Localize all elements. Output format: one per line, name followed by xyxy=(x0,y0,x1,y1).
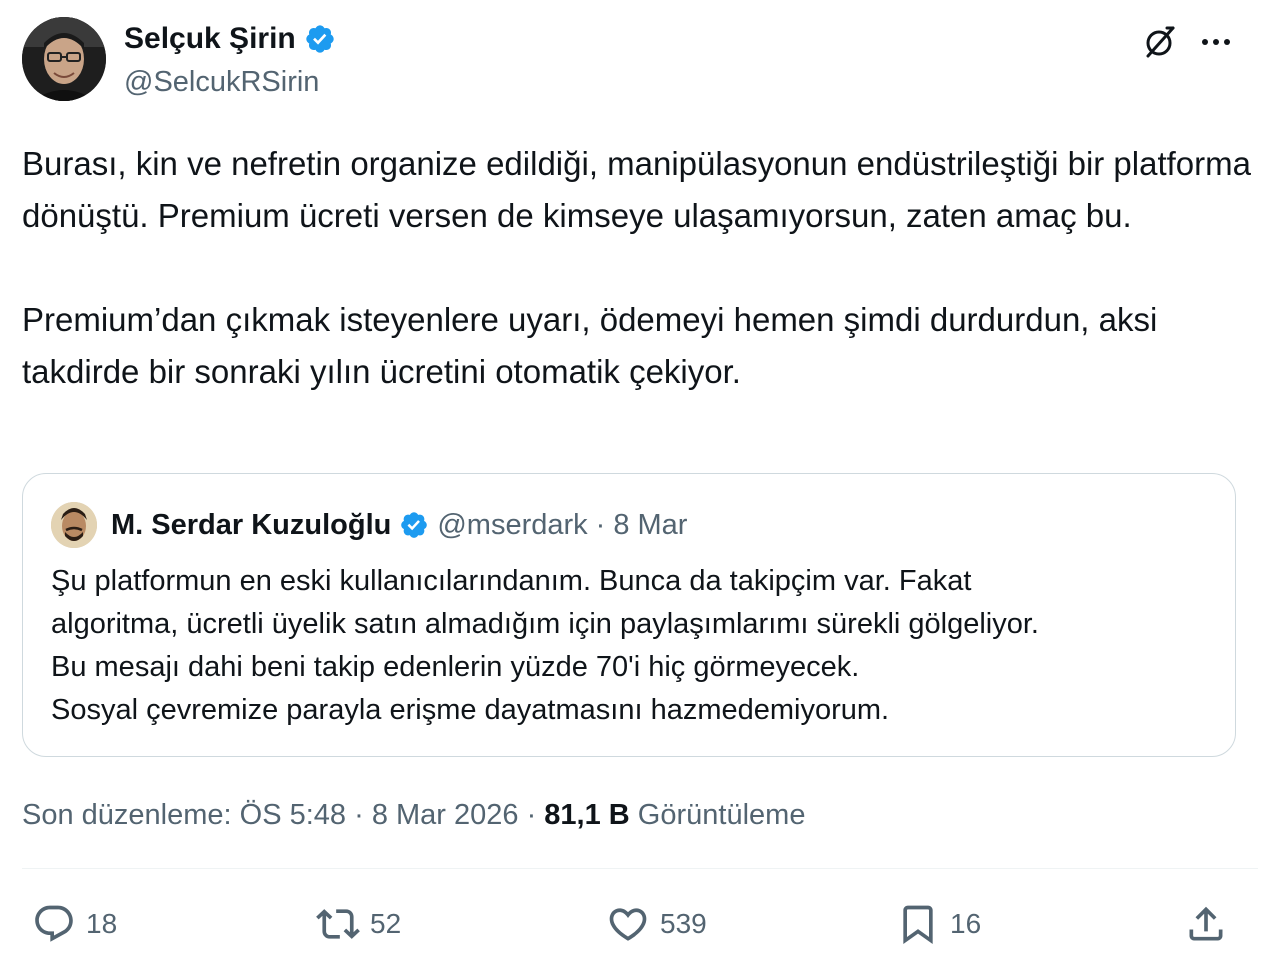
like-count: 539 xyxy=(660,908,707,939)
more-horizontal-icon xyxy=(1202,39,1230,45)
tweet-text: Burası, kin ve nefretin organize edildiğ… xyxy=(22,138,1258,398)
tweet-paragraph: Premium’dan çıkmak isteyenlere uyarı, öd… xyxy=(22,301,1158,390)
quoted-handle[interactable]: @mserdark xyxy=(437,507,587,543)
quoted-tweet-card[interactable]: M. Serdar Kuzuloğlu @mserdark · 8 Mar Şu… xyxy=(22,473,1236,757)
quoted-line: Sosyal çevremize parayla erişme dayatmas… xyxy=(51,694,890,726)
views-count: 81,1 B xyxy=(544,799,630,831)
quoted-line: algoritma, ücretli üyelik satın almadığı… xyxy=(51,608,1039,640)
verified-badge-icon xyxy=(401,512,428,538)
share-icon xyxy=(1189,906,1223,941)
reply-button[interactable]: 18 xyxy=(32,900,117,948)
author-avatar-image xyxy=(22,17,106,101)
reply-count: 18 xyxy=(86,908,118,939)
author-avatar[interactable] xyxy=(22,17,106,101)
reply-icon xyxy=(35,905,73,942)
views-label: Görüntüleme xyxy=(629,799,806,831)
repost-icon xyxy=(316,909,360,939)
quoted-line: Bu mesajı dahi beni takip edenlerin yüzd… xyxy=(51,651,860,683)
divider xyxy=(22,868,1258,869)
repost-button[interactable]: 52 xyxy=(316,900,401,948)
bookmark-icon xyxy=(903,905,933,945)
verified-badge-icon xyxy=(306,25,334,53)
bookmark-button[interactable]: 16 xyxy=(896,900,981,948)
quoted-header: M. Serdar Kuzuloğlu @mserdark · 8 Mar xyxy=(111,507,687,543)
quoted-date[interactable]: 8 Mar xyxy=(613,507,687,543)
author-handle[interactable]: @SelcukRSirin xyxy=(124,64,319,100)
quoted-display-name[interactable]: M. Serdar Kuzuloğlu xyxy=(111,507,391,543)
edited-timestamp[interactable]: Son düzenleme: ÖS 5:48 · 8 Mar 2026 · xyxy=(22,799,544,831)
author-display-name[interactable]: Selçuk Şirin xyxy=(124,20,296,58)
tweet-paragraph: Burası, kin ve nefretin organize edildiğ… xyxy=(22,145,1251,234)
grok-icon xyxy=(1146,26,1175,58)
share-button[interactable] xyxy=(1184,900,1228,948)
grok-button[interactable] xyxy=(1140,22,1180,62)
quoted-separator: · xyxy=(595,509,606,541)
repost-count: 52 xyxy=(370,908,402,939)
more-options-button[interactable] xyxy=(1196,22,1236,62)
heart-icon xyxy=(609,908,647,941)
bookmark-count: 16 xyxy=(950,908,982,939)
quoted-author-avatar-image xyxy=(51,502,97,548)
quoted-text: Şu platformun en eski kullanıcılarındanı… xyxy=(51,560,1221,732)
quoted-line: Şu platformun en eski kullanıcılarındanı… xyxy=(51,565,972,597)
tweet-meta: Son düzenleme: ÖS 5:48 · 8 Mar 2026 · 81… xyxy=(22,795,805,835)
quoted-author-avatar[interactable] xyxy=(51,502,97,548)
like-button[interactable]: 539 xyxy=(606,900,707,948)
author-name-row[interactable]: Selçuk Şirin xyxy=(124,20,336,58)
